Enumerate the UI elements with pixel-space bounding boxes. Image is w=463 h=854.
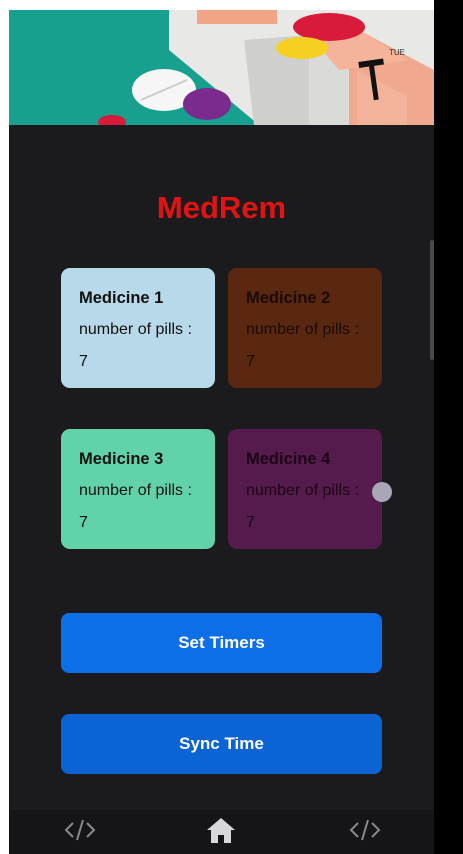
pill-count-value: 7	[246, 514, 255, 531]
touch-indicator	[372, 482, 392, 502]
pill-count-label: number of pills :	[246, 321, 359, 338]
medicine-card-1[interactable]: Medicine 1 number of pills : 7	[61, 268, 215, 388]
pill-count-value: 7	[246, 353, 255, 370]
code-icon	[64, 819, 96, 841]
sync-time-button[interactable]: Sync Time	[61, 714, 382, 774]
pill-count-label: number of pills :	[79, 482, 192, 499]
medicine-card-3[interactable]: Medicine 3 number of pills : 7	[61, 429, 215, 549]
medicine-card-4[interactable]: Medicine 4 number of pills : 7	[228, 429, 382, 549]
nav-item-code-right[interactable]	[345, 816, 385, 846]
pill-count-label: number of pills :	[246, 482, 359, 499]
medicine-name: Medicine 3	[79, 450, 164, 468]
app-title: MedRem	[156, 190, 287, 225]
box-day-label: TUE	[389, 48, 405, 57]
nav-item-home[interactable]	[201, 816, 241, 846]
nav-item-code-left[interactable]	[60, 816, 100, 846]
app-screen: TUE MedRem Medicine 1 number of pills : …	[9, 10, 434, 854]
code-icon	[349, 819, 381, 841]
right-edge	[434, 0, 463, 854]
pill-count-value: 7	[79, 514, 88, 531]
pill-count-label: number of pills :	[79, 321, 192, 338]
medicine-name: Medicine 1	[79, 289, 164, 307]
medicine-name: Medicine 4	[246, 450, 331, 468]
pill-count-value: 7	[79, 353, 88, 370]
scrollbar[interactable]	[430, 240, 434, 360]
hero-image: TUE	[9, 10, 434, 125]
home-icon	[207, 818, 235, 843]
medicine-name: Medicine 2	[246, 289, 331, 307]
medicine-card-2[interactable]: Medicine 2 number of pills : 7	[228, 268, 382, 388]
set-timers-button[interactable]: Set Timers	[61, 613, 382, 673]
bottom-nav	[9, 810, 434, 854]
